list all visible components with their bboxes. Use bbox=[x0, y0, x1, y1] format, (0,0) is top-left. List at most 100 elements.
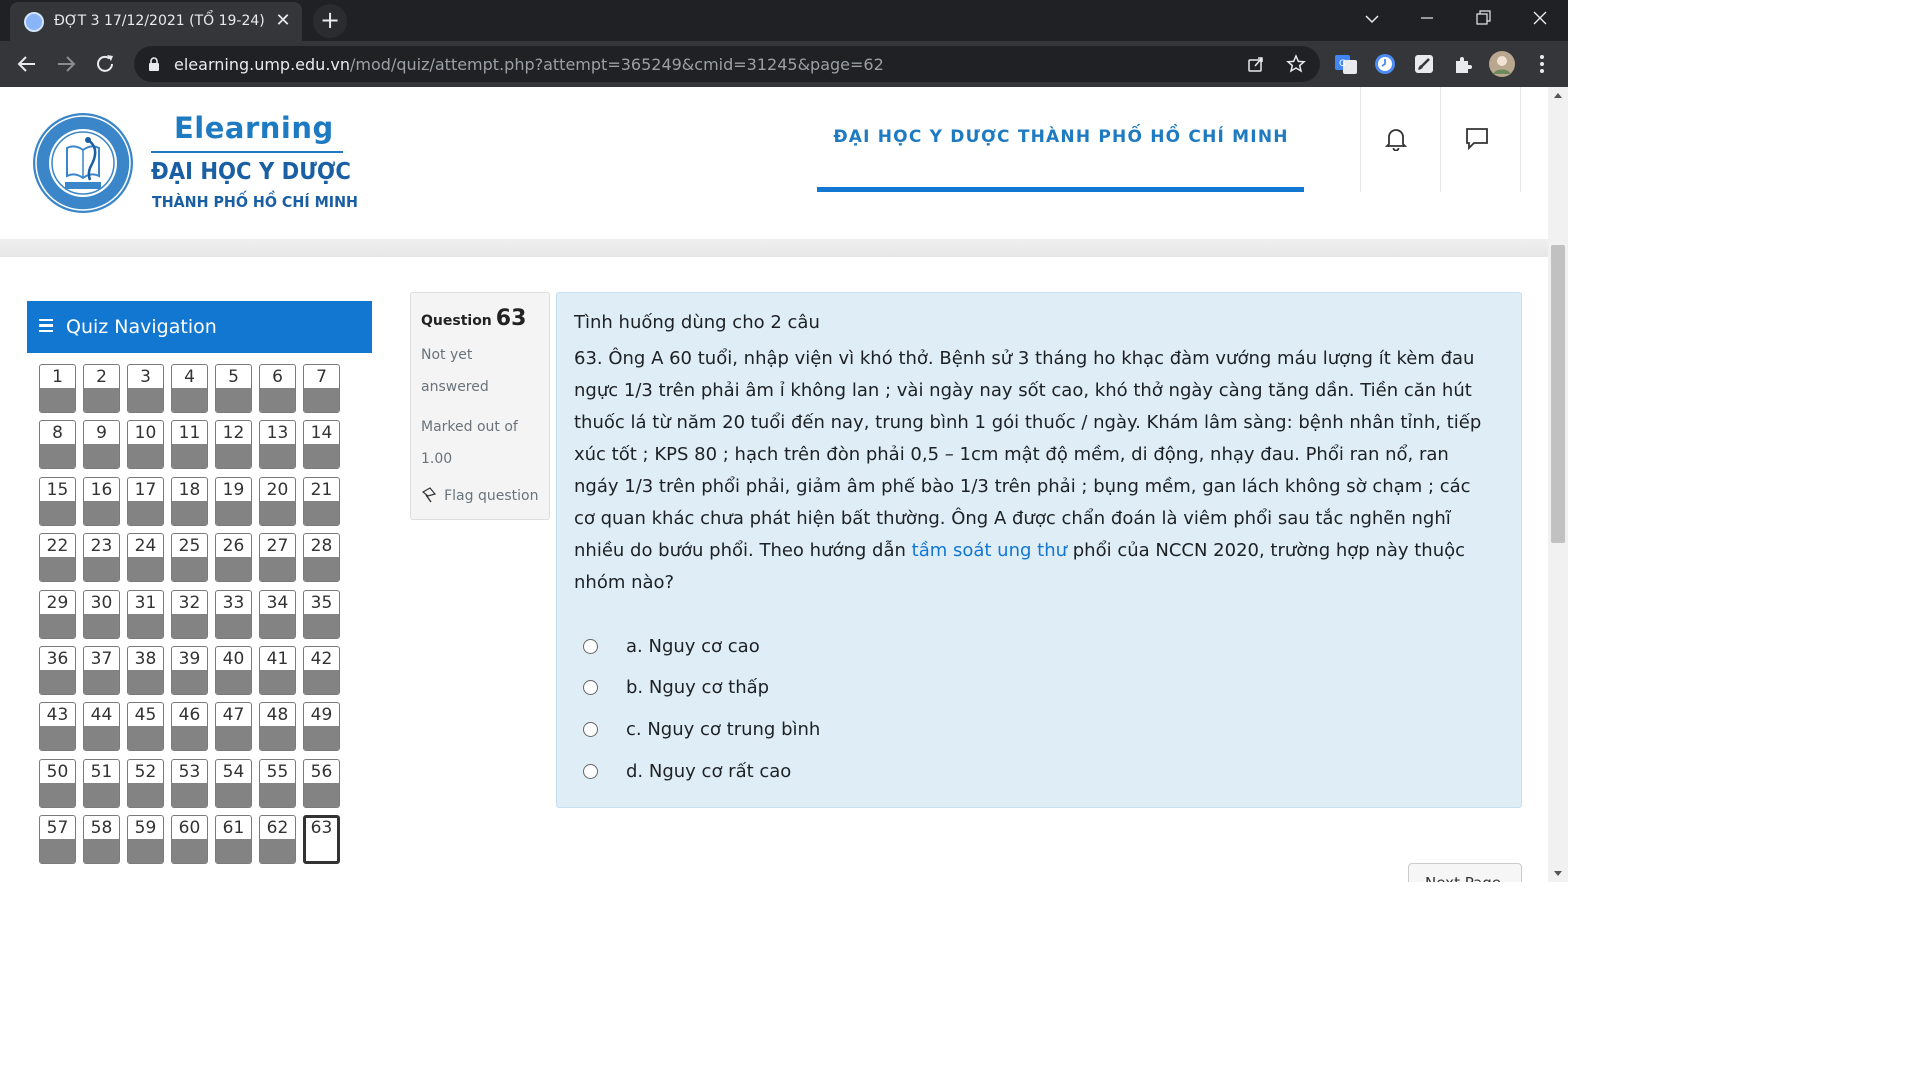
quiz-nav-button[interactable]: 20 bbox=[259, 477, 296, 526]
quiz-nav-button[interactable]: 19 bbox=[215, 477, 252, 526]
quiz-nav-button[interactable]: 62 bbox=[259, 815, 296, 864]
glossary-link[interactable]: tầm soát ung thư bbox=[912, 540, 1067, 561]
quiz-nav-button[interactable]: 25 bbox=[171, 533, 208, 582]
close-window-icon[interactable] bbox=[1525, 6, 1555, 32]
quiz-navigation-header[interactable]: Quiz Navigation bbox=[27, 301, 372, 353]
quiz-nav-button[interactable]: 4 bbox=[171, 364, 208, 413]
quiz-nav-button[interactable]: 18 bbox=[171, 477, 208, 526]
forward-icon[interactable] bbox=[52, 50, 80, 78]
answer-radio[interactable] bbox=[583, 680, 598, 695]
university-seal-logo[interactable] bbox=[32, 112, 134, 214]
quiz-nav-button[interactable]: 63 bbox=[303, 815, 340, 864]
quiz-nav-button[interactable]: 32 bbox=[171, 590, 208, 639]
quiz-nav-button[interactable]: 55 bbox=[259, 759, 296, 808]
answer-label[interactable]: c. Nguy cơ trung bình bbox=[626, 719, 820, 740]
answer-label[interactable]: a. Nguy cơ cao bbox=[626, 636, 760, 657]
quiz-nav-button[interactable]: 6 bbox=[259, 364, 296, 413]
quiz-nav-button[interactable]: 61 bbox=[215, 815, 252, 864]
quiz-nav-button[interactable]: 2 bbox=[83, 364, 120, 413]
quiz-nav-button[interactable]: 34 bbox=[259, 590, 296, 639]
quiz-nav-button[interactable]: 17 bbox=[127, 477, 164, 526]
quiz-nav-button[interactable]: 8 bbox=[39, 420, 76, 469]
quiz-nav-button[interactable]: 49 bbox=[303, 702, 340, 751]
restore-icon[interactable] bbox=[1468, 6, 1498, 32]
quiz-nav-button[interactable]: 57 bbox=[39, 815, 76, 864]
quiz-nav-button[interactable]: 14 bbox=[303, 420, 340, 469]
quiz-nav-button[interactable]: 29 bbox=[39, 590, 76, 639]
flag-icon[interactable] bbox=[421, 487, 437, 503]
scroll-up-arrow-icon[interactable] bbox=[1554, 93, 1562, 98]
quiz-nav-button[interactable]: 12 bbox=[215, 420, 252, 469]
notification-bell-icon[interactable] bbox=[1383, 125, 1409, 151]
new-tab-button[interactable]: + bbox=[313, 4, 347, 38]
quiz-nav-button[interactable]: 37 bbox=[83, 646, 120, 695]
bookmark-star-icon[interactable] bbox=[1286, 54, 1306, 74]
answer-label[interactable]: b. Nguy cơ thấp bbox=[626, 677, 769, 698]
profile-avatar-icon[interactable] bbox=[1489, 51, 1515, 77]
nav-university-title[interactable]: ĐẠI HỌC Y DƯỢC THÀNH PHỐ HỒ CHÍ MINH bbox=[818, 127, 1304, 147]
quiz-nav-button[interactable]: 15 bbox=[39, 477, 76, 526]
quiz-nav-button[interactable]: 10 bbox=[127, 420, 164, 469]
share-icon[interactable] bbox=[1246, 54, 1266, 74]
answer-radio[interactable] bbox=[583, 722, 598, 737]
browser-tab[interactable]: ĐỢT 3 17/12/2021 (TỔ 19-24) ✕ bbox=[10, 2, 302, 41]
quiz-nav-button[interactable]: 38 bbox=[127, 646, 164, 695]
quiz-nav-button[interactable]: 26 bbox=[215, 533, 252, 582]
quiz-nav-button[interactable]: 58 bbox=[83, 815, 120, 864]
quiz-nav-button[interactable]: 56 bbox=[303, 759, 340, 808]
address-bar[interactable]: elearning.ump.edu.vn/mod/quiz/attempt.ph… bbox=[134, 46, 1320, 82]
quiz-nav-button[interactable]: 11 bbox=[171, 420, 208, 469]
quiz-nav-button[interactable]: 44 bbox=[83, 702, 120, 751]
quiz-nav-button[interactable]: 3 bbox=[127, 364, 164, 413]
quiz-nav-button[interactable]: 7 bbox=[303, 364, 340, 413]
quiz-nav-button[interactable]: 46 bbox=[171, 702, 208, 751]
quiz-nav-button[interactable]: 53 bbox=[171, 759, 208, 808]
clock-extension-icon[interactable] bbox=[1373, 52, 1397, 76]
quiz-nav-button[interactable]: 40 bbox=[215, 646, 252, 695]
extensions-puzzle-icon[interactable] bbox=[1451, 52, 1475, 76]
quiz-nav-button[interactable]: 50 bbox=[39, 759, 76, 808]
google-translate-icon[interactable]: G bbox=[1334, 52, 1358, 76]
quiz-nav-button[interactable]: 43 bbox=[39, 702, 76, 751]
quiz-nav-button[interactable]: 21 bbox=[303, 477, 340, 526]
quiz-nav-button[interactable]: 52 bbox=[127, 759, 164, 808]
quiz-nav-button[interactable]: 28 bbox=[303, 533, 340, 582]
quiz-nav-button[interactable]: 48 bbox=[259, 702, 296, 751]
tab-search-icon[interactable] bbox=[1357, 6, 1387, 32]
lock-icon[interactable] bbox=[148, 57, 160, 71]
back-icon[interactable] bbox=[13, 50, 41, 78]
next-page-button[interactable]: Next Page bbox=[1408, 863, 1522, 882]
reload-icon[interactable] bbox=[91, 50, 119, 78]
page-scrollbar[interactable] bbox=[1548, 87, 1568, 882]
flag-question-label[interactable]: Flag question bbox=[444, 488, 538, 504]
quiz-nav-button[interactable]: 45 bbox=[127, 702, 164, 751]
quiz-nav-button[interactable]: 33 bbox=[215, 590, 252, 639]
url-text[interactable]: elearning.ump.edu.vn/mod/quiz/attempt.ph… bbox=[174, 55, 884, 74]
quiz-nav-button[interactable]: 31 bbox=[127, 590, 164, 639]
quiz-nav-button[interactable]: 30 bbox=[83, 590, 120, 639]
quiz-nav-button[interactable]: 59 bbox=[127, 815, 164, 864]
quiz-nav-button[interactable]: 16 bbox=[83, 477, 120, 526]
quiz-nav-button[interactable]: 54 bbox=[215, 759, 252, 808]
minimize-icon[interactable] bbox=[1412, 6, 1442, 32]
quiz-nav-button[interactable]: 9 bbox=[83, 420, 120, 469]
quiz-nav-button[interactable]: 60 bbox=[171, 815, 208, 864]
quiz-nav-button[interactable]: 22 bbox=[39, 533, 76, 582]
scroll-down-arrow-icon[interactable] bbox=[1554, 871, 1562, 876]
quiz-nav-button[interactable]: 41 bbox=[259, 646, 296, 695]
quiz-nav-button[interactable]: 36 bbox=[39, 646, 76, 695]
scroll-thumb[interactable] bbox=[1551, 245, 1565, 543]
answer-radio[interactable] bbox=[583, 764, 598, 779]
edit-extension-icon[interactable] bbox=[1412, 52, 1436, 76]
messages-icon[interactable] bbox=[1464, 125, 1490, 151]
quiz-nav-button[interactable]: 27 bbox=[259, 533, 296, 582]
quiz-nav-button[interactable]: 5 bbox=[215, 364, 252, 413]
quiz-nav-button[interactable]: 47 bbox=[215, 702, 252, 751]
quiz-nav-button[interactable]: 13 bbox=[259, 420, 296, 469]
tab-close-icon[interactable]: ✕ bbox=[272, 10, 294, 32]
flag-question-toggle[interactable]: Flag question bbox=[421, 485, 538, 504]
quiz-nav-button[interactable]: 1 bbox=[39, 364, 76, 413]
browser-menu-icon[interactable] bbox=[1530, 52, 1554, 76]
answer-label[interactable]: d. Nguy cơ rất cao bbox=[626, 761, 791, 782]
quiz-nav-button[interactable]: 35 bbox=[303, 590, 340, 639]
